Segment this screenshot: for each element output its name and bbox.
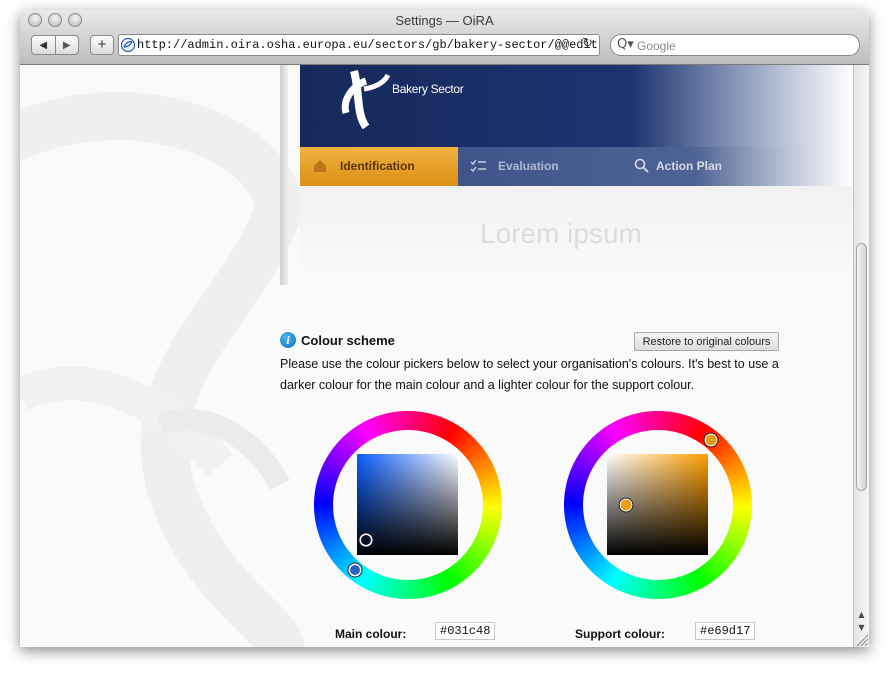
oira-logo-icon	[341, 69, 391, 129]
support-hue-handle[interactable]	[704, 433, 718, 447]
main-colour-label: Main colour:	[335, 627, 407, 641]
colour-scheme-section: i Colour scheme Restore to original colo…	[280, 320, 800, 647]
search-icon[interactable]: Q▾	[617, 37, 634, 52]
sector-name: Bakery Sector	[392, 82, 464, 96]
reload-icon[interactable]: ↻	[582, 36, 593, 51]
home-icon	[314, 160, 326, 172]
browser-window: Settings — OiRA ◀ ▶ + http://admin.oira.…	[20, 10, 869, 647]
preview-heading: Lorem ipsum	[480, 218, 642, 249]
search-placeholder: Google	[637, 39, 676, 53]
url-text: http://admin.oira.osha.europa.eu/sectors…	[137, 38, 598, 52]
support-colour-picker[interactable]	[563, 410, 753, 600]
tab-evaluation-label[interactable]: Evaluation	[498, 159, 559, 173]
main-hue-handle[interactable]	[348, 563, 362, 577]
resize-grip-icon[interactable]	[853, 631, 869, 647]
tab-action-plan-label[interactable]: Action Plan	[656, 159, 722, 173]
plus-icon: +	[97, 36, 107, 53]
preview-banner: Bakery Sector	[300, 65, 853, 147]
page-content: Bakery Sector Identification Evaluation	[20, 65, 853, 647]
tab-evaluation-actionplan: Evaluation Action Plan	[458, 147, 853, 186]
hue-ring-segment[interactable]	[654, 411, 659, 431]
vertical-scrollbar[interactable]: ▲ ▼	[853, 65, 869, 647]
support-colour-field[interactable]: #e69d17	[695, 622, 755, 640]
support-colour-label: Support colour:	[575, 627, 665, 641]
site-favicon-icon	[121, 38, 135, 52]
add-bookmark-button[interactable]: +	[90, 35, 114, 55]
address-bar[interactable]: http://admin.oira.osha.europa.eu/sectors…	[118, 34, 600, 56]
back-arrow-icon: ◀	[39, 39, 48, 51]
support-colour-handle[interactable]	[619, 498, 633, 512]
forward-button[interactable]: ▶	[56, 36, 79, 54]
main-colour-field[interactable]: #031c48	[435, 622, 495, 640]
colour-scheme-description: Please use the colour pickers below to s…	[280, 357, 779, 392]
main-colour-picker[interactable]	[313, 410, 503, 600]
page-edge-shadow	[280, 65, 288, 285]
restore-colours-button[interactable]: Restore to original colours	[634, 332, 779, 351]
search-field[interactable]: Q▾ Google	[610, 34, 860, 56]
tab-identification[interactable]: Identification	[300, 147, 458, 186]
back-forward-buttons: ◀ ▶	[31, 35, 79, 55]
scroll-up-icon[interactable]: ▲	[854, 610, 869, 619]
magnifier-icon	[634, 158, 649, 173]
tab-identification-label: Identification	[340, 159, 415, 173]
back-button[interactable]: ◀	[32, 36, 56, 54]
colour-scheme-title: Colour scheme	[301, 333, 395, 348]
info-icon: i	[280, 332, 296, 348]
title-bar: Settings — OiRA ◀ ▶ + http://admin.oira.…	[20, 10, 869, 65]
preview-tabs: Identification Evaluation Action Plan	[300, 147, 853, 186]
hue-ring-segment[interactable]	[404, 411, 409, 431]
forward-arrow-icon: ▶	[62, 39, 71, 51]
site-preview: Bakery Sector Identification Evaluation	[300, 65, 853, 280]
scrollbar-thumb[interactable]	[856, 243, 867, 491]
checklist-icon	[470, 159, 486, 173]
window-title: Settings — OiRA	[395, 13, 494, 28]
